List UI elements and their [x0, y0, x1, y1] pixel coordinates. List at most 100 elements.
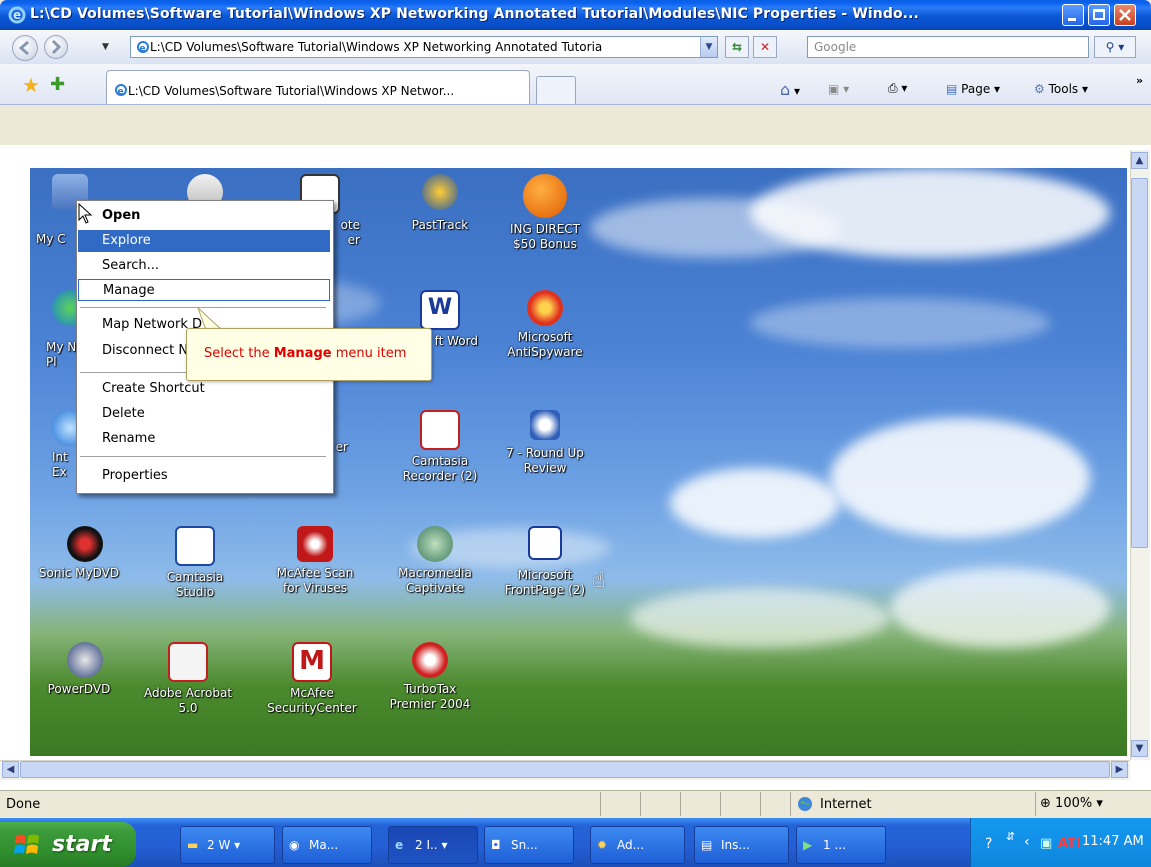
- status-divider: [1035, 792, 1036, 816]
- taskbar-item-explorer[interactable]: ▬ 2 W ▾: [180, 826, 275, 864]
- taskbar-item-word[interactable]: ▤ Ins...: [694, 826, 789, 864]
- desktop-icon-label: McAfee Scan for Viruses: [276, 566, 354, 595]
- desktop-icon-mcafee-scan[interactable]: McAfee Scan for Viruses: [265, 526, 365, 596]
- search-input[interactable]: Google: [807, 36, 1089, 58]
- close-icon: [1119, 9, 1131, 21]
- window-title: L:\CD Volumes\Software Tutorial\Windows …: [30, 6, 919, 22]
- network-icon[interactable]: ⇵: [1006, 830, 1015, 843]
- status-text: Done: [6, 797, 41, 812]
- scroll-left-arrow-icon[interactable]: ◀: [2, 761, 19, 778]
- add-favorites-icon[interactable]: ✚: [50, 74, 65, 95]
- home-icon: ⌂: [780, 80, 791, 99]
- home-button[interactable]: ⌂ ▾: [780, 80, 800, 99]
- app-icon: ▶: [803, 838, 813, 852]
- desktop-icon-label: Camtasia Recorder (2): [402, 454, 478, 483]
- tools-menu[interactable]: ⚙ Tools ▾: [1034, 82, 1088, 96]
- desktop-icon-captivate[interactable]: Macromedia Captivate: [385, 526, 485, 596]
- desktop-icon-powerdvd[interactable]: PowerDVD: [35, 642, 135, 697]
- svg-text:e: e: [118, 87, 124, 97]
- svg-text:e: e: [140, 44, 146, 54]
- desktop-icon-label: Macromedia Captivate: [398, 566, 472, 595]
- scroll-up-arrow-icon[interactable]: ▲: [1131, 152, 1148, 169]
- new-tab-button[interactable]: [536, 76, 576, 104]
- horizontal-scroll-thumb[interactable]: [20, 761, 1110, 778]
- close-button[interactable]: [1114, 4, 1136, 26]
- taskbar-item-ma[interactable]: ◉ Ma...: [282, 826, 372, 864]
- desktop-icon-camtasia-recorder[interactable]: Camtasia Recorder (2): [390, 410, 490, 484]
- captivate-icon: [417, 526, 453, 562]
- media-player-icon: [530, 410, 560, 440]
- powerdvd-icon: [67, 642, 103, 678]
- desktop-icon-camtasia-studio[interactable]: Camtasia Studio: [145, 526, 245, 600]
- desktop-icon-label: Sonic MyDVD: [38, 566, 120, 580]
- page-menu[interactable]: ▤ Page ▾: [946, 82, 1000, 96]
- desktop-icon-pasttrack[interactable]: PastTrack: [390, 174, 490, 233]
- zone-label: Internet: [820, 797, 872, 812]
- desktop-icon-label: McAfee SecurityCenter: [267, 686, 357, 715]
- camtasia-recorder-icon: [420, 410, 460, 450]
- page-menu-icon: ▤: [946, 82, 958, 96]
- status-divider: [680, 792, 681, 816]
- menu-separator: [80, 456, 326, 457]
- ie-icon: e: [395, 838, 404, 852]
- taskbar-item-1[interactable]: ▶ 1 ...: [796, 826, 886, 864]
- address-dropdown-button[interactable]: ▼: [700, 37, 717, 57]
- forward-button[interactable]: [44, 35, 68, 59]
- ati-icon[interactable]: ATI: [1058, 836, 1081, 851]
- maximize-button[interactable]: [1088, 4, 1110, 26]
- taskbar-item-snagit[interactable]: ◘ Sn...: [484, 826, 574, 864]
- desktop-icon-frontpage[interactable]: Microsoft FrontPage (2): [495, 526, 595, 598]
- taskbar-item-ad[interactable]: ✹ Ad...: [590, 826, 685, 864]
- scroll-right-arrow-icon[interactable]: ▶: [1111, 761, 1128, 778]
- snagit-icon: ◘: [491, 838, 501, 852]
- desktop-icon-acrobat[interactable]: Adobe Acrobat 5.0: [138, 642, 238, 716]
- desktop-icon-ing-direct[interactable]: ING DIRECT $50 Bonus: [495, 174, 595, 252]
- menu-item-explore[interactable]: Explore: [78, 230, 330, 252]
- menu-item-rename[interactable]: Rename: [78, 428, 330, 450]
- gear-icon: ⚙: [1034, 82, 1045, 96]
- search-button[interactable]: ⚲ ▾: [1094, 36, 1136, 58]
- recent-pages-dropdown[interactable]: ▼: [102, 42, 109, 52]
- desktop-icon-label: PastTrack: [411, 218, 469, 232]
- desktop-icon-turbotax[interactable]: TurboTax Premier 2004: [380, 642, 480, 712]
- word-icon: ▤: [701, 838, 713, 852]
- app-icon: ✹: [597, 838, 608, 852]
- start-label: start: [52, 832, 112, 857]
- desktop-icon-round-up-review[interactable]: 7 - Round Up Review: [495, 410, 595, 476]
- stop-button[interactable]: ✕: [753, 36, 777, 58]
- toolbar-overflow-chevron-icon[interactable]: »: [1136, 74, 1143, 87]
- tray-app-icon[interactable]: ▣: [1040, 836, 1052, 851]
- help-icon[interactable]: ?: [985, 836, 992, 852]
- desktop-icon-label: Microsoft FrontPage (2): [504, 568, 586, 597]
- folder-icon: ▬: [187, 838, 199, 852]
- feeds-button[interactable]: ▣ ▾: [828, 82, 849, 96]
- menu-item-delete[interactable]: Delete: [78, 403, 330, 425]
- printer-icon: ⎙: [888, 81, 898, 95]
- menu-item-manage[interactable]: Manage: [78, 279, 330, 301]
- print-button[interactable]: ⎙ ▾: [888, 81, 907, 96]
- status-divider: [640, 792, 641, 816]
- vertical-scroll-thumb[interactable]: [1131, 178, 1148, 548]
- back-arrow-icon: [18, 40, 29, 56]
- scroll-down-arrow-icon[interactable]: ▼: [1131, 740, 1148, 757]
- taskbar-item-ie[interactable]: e2 I.. ▾: [388, 826, 478, 864]
- zoom-control[interactable]: ⊕ 100% ▾: [1040, 796, 1103, 811]
- tray-expand-icon[interactable]: ‹: [1024, 834, 1030, 850]
- menu-item-create-shortcut[interactable]: Create Shortcut: [78, 378, 330, 400]
- minimize-button[interactable]: [1062, 4, 1084, 26]
- desktop-icon-label: 7 - Round Up Review: [506, 446, 584, 475]
- windows-logo-icon: [14, 832, 42, 861]
- menu-item-properties[interactable]: Properties: [78, 465, 330, 487]
- menu-item-search[interactable]: Search...: [78, 255, 330, 277]
- refresh-button[interactable]: ⇆: [725, 36, 749, 58]
- mcafee-scan-icon: [297, 526, 333, 562]
- menu-item-open[interactable]: Open: [78, 205, 330, 227]
- desktop-icon-mcafee-securitycenter[interactable]: M McAfee SecurityCenter: [262, 642, 362, 716]
- desktop-icon-sonic-mydvd[interactable]: Sonic MyDVD: [35, 526, 135, 581]
- ie-icon: e: [8, 6, 26, 24]
- desktop-icon-antispyware[interactable]: Microsoft AntiSpyware: [495, 290, 595, 360]
- favorites-star-icon[interactable]: ★: [22, 73, 40, 97]
- hand-cursor-icon: ☝: [592, 568, 606, 593]
- ing-direct-icon: [523, 174, 567, 218]
- back-button[interactable]: [12, 35, 38, 61]
